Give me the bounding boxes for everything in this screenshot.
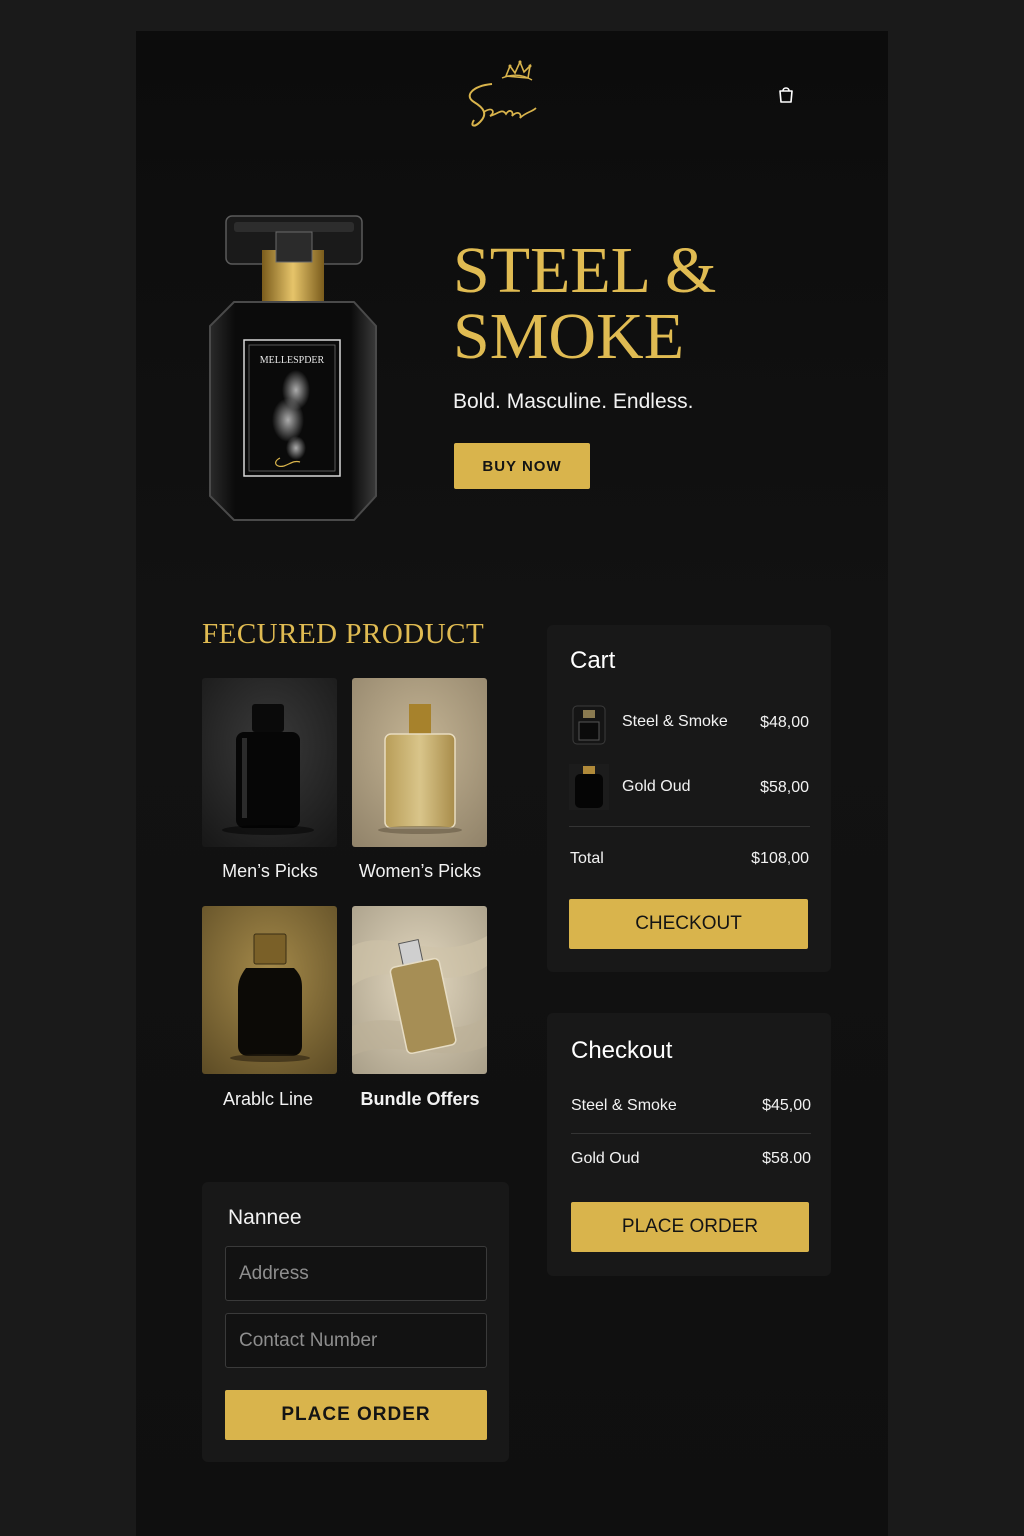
checkout-item-name: Steel & Smoke [571, 1097, 677, 1114]
cart-item-thumb [569, 702, 609, 748]
brand-logo[interactable] [462, 56, 546, 136]
place-order-button[interactable]: PLACE ORDER [571, 1202, 809, 1252]
hero-subtitle: Bold. Masculine. Endless. [453, 390, 694, 413]
cart-total-value: $108,00 [751, 850, 809, 867]
cart-panel: Cart Steel & Smoke $48,00 Gold Oud $58,0… [547, 625, 831, 972]
cart-item-name: Steel & Smoke [622, 713, 728, 730]
hero-title: STEEL & SMOKE [453, 238, 783, 370]
checkout-panel: Checkout Steel & Smoke $45,00 Gold Oud $… [547, 1013, 831, 1276]
cart-item-name: Gold Oud [622, 778, 691, 795]
order-form-panel: Nannee PLACE ORDER [202, 1182, 509, 1462]
hero-title-line2: SMOKE [453, 300, 685, 373]
tile-bundle-offers[interactable] [352, 906, 487, 1074]
checkout-item-price: $58.00 [762, 1150, 811, 1167]
form-place-order-button[interactable]: PLACE ORDER [225, 1390, 487, 1440]
contact-number-input[interactable] [225, 1313, 487, 1368]
divider [571, 1133, 811, 1134]
cart-item-price: $58,00 [760, 779, 809, 796]
checkout-button[interactable]: CHECKOUT [569, 899, 808, 949]
tile-label-bundle: Bundle Offers [360, 1089, 480, 1109]
tile-label-arabic: Arablc Line [222, 1089, 314, 1109]
tile-mens-picks[interactable] [202, 678, 337, 847]
featured-title: FECURED PRODUCT [202, 618, 485, 650]
checkout-item-price: $45,00 [762, 1097, 811, 1114]
name-field-label: Nannee [228, 1206, 302, 1229]
tile-label-mens: Men’s Picks [222, 861, 318, 881]
svg-text:MELLESPDER: MELLESPDER [260, 355, 325, 366]
tile-womens-picks[interactable] [352, 678, 487, 847]
hero-perfume-image: MELLESPDER [204, 210, 384, 530]
cart-item-price: $48,00 [760, 714, 809, 731]
cart-item-thumb [569, 764, 609, 810]
divider [569, 826, 810, 827]
hero-title-line1: STEEL & [453, 234, 717, 307]
cart-total-label: Total [570, 850, 604, 867]
cart-title: Cart [570, 647, 616, 674]
checkout-title: Checkout [571, 1037, 673, 1064]
shopping-bag-icon[interactable] [776, 84, 796, 104]
address-input[interactable] [225, 1246, 487, 1301]
tile-label-womens: Women’s Picks [358, 861, 482, 881]
tile-arabic-line[interactable] [202, 906, 337, 1074]
checkout-item-name: Gold Oud [571, 1150, 640, 1167]
buy-now-button[interactable]: BUY NOW [454, 443, 590, 489]
